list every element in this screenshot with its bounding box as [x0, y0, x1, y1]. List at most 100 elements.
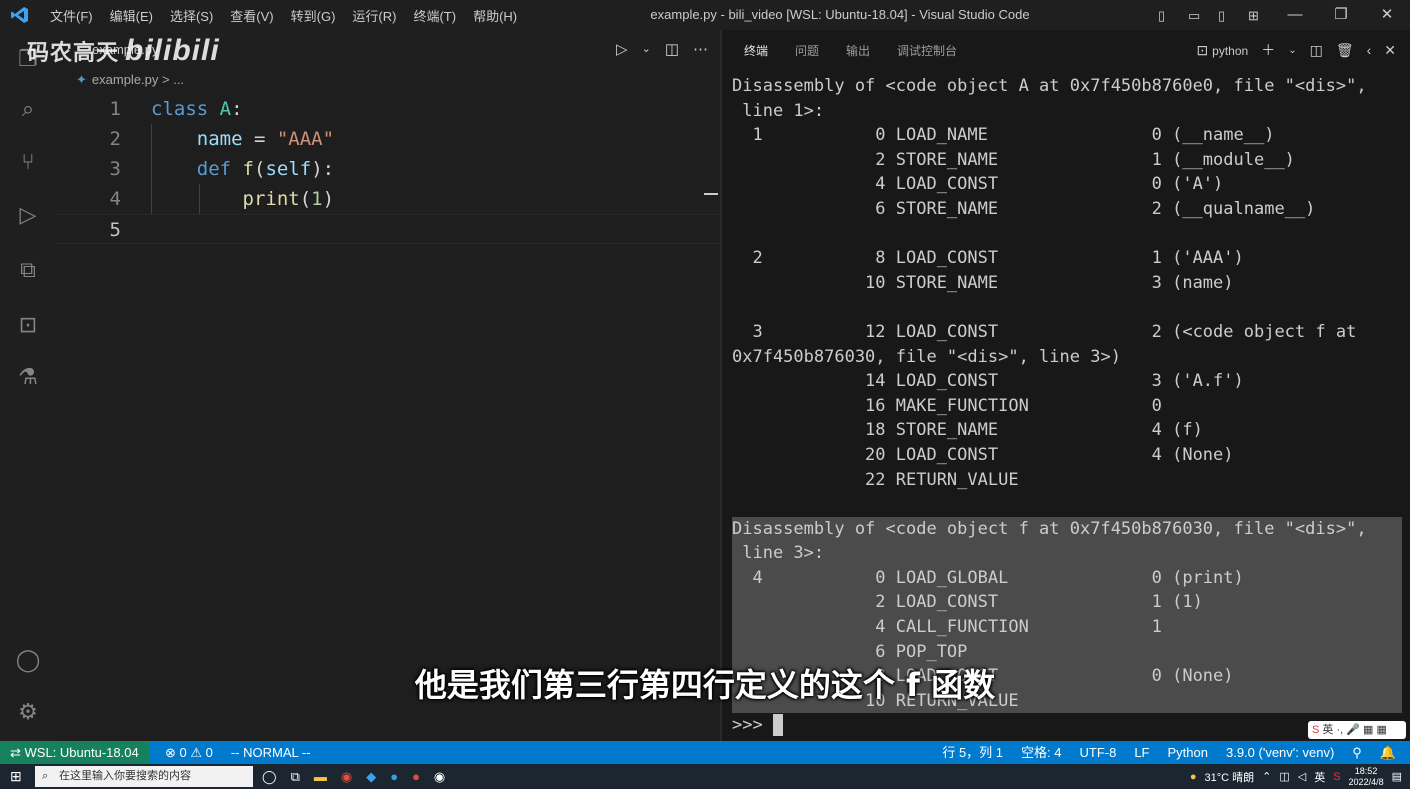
run-dropdown-chevron-icon[interactable]: ⌄: [642, 40, 651, 58]
editor-area: example.py ▷ ⌄ ◫ ⋯ ✦ example.py > ... 1 c…: [54, 30, 720, 741]
remote-indicator[interactable]: ⇄ WSL: Ubuntu-18.04: [0, 741, 149, 764]
search-icon[interactable]: ⌕: [13, 94, 43, 124]
encoding[interactable]: UTF-8: [1079, 741, 1116, 764]
terminal-shell-selector[interactable]: ⊡ python: [1197, 42, 1249, 59]
video-subtitle: 他是我们第三行第四行定义的这个 f 函数: [414, 666, 996, 704]
restore-button[interactable]: ❐: [1318, 0, 1364, 30]
breadcrumb[interactable]: ✦ example.py > ...: [76, 72, 184, 88]
toggle-panel-icon[interactable]: ▭: [1188, 8, 1206, 23]
terminal-icon: ⊡: [1196, 41, 1209, 58]
close-button[interactable]: ✕: [1364, 0, 1410, 30]
status-bar: ⇄ WSL: Ubuntu-18.04 ⊗ 0 ⚠ 0 -- NORMAL --…: [0, 741, 1410, 764]
file-explorer-icon[interactable]: ▬: [314, 769, 327, 784]
line-number: 4: [109, 188, 121, 210]
remote-explorer-icon[interactable]: ⊡: [13, 310, 43, 340]
indentation[interactable]: 空格: 4: [1021, 741, 1061, 764]
customize-layout-icon[interactable]: ⊞: [1248, 8, 1266, 23]
task-view-icon[interactable]: ◯: [262, 769, 277, 785]
windows-start-icon[interactable]: ⊞: [10, 768, 22, 785]
obs-icon[interactable]: ◉: [434, 769, 445, 785]
tab-output[interactable]: 输出: [846, 42, 870, 59]
testing-icon[interactable]: ⚗: [13, 362, 43, 392]
ime-toolbar[interactable]: S 英 ·, 🎤 ▦ ▦: [1308, 721, 1406, 739]
ime-s-icon[interactable]: S: [1333, 771, 1340, 783]
more-actions-icon[interactable]: ⋯: [693, 40, 708, 58]
code-editor[interactable]: 1 class A: 2 name = "AAA" 3 def f(self):…: [54, 94, 720, 244]
vscode-logo-icon: [11, 7, 28, 23]
toggle-sidebar-icon[interactable]: ▯: [1158, 8, 1176, 23]
menu-item[interactable]: 终端(T): [413, 6, 465, 25]
editor-actions: ▷ ⌄ ◫ ⋯: [616, 40, 708, 58]
notification-center-icon[interactable]: ▤: [1392, 770, 1402, 783]
menu-item[interactable]: 运行(R): [352, 6, 405, 25]
title-bar: 文件(F) 编辑(E) 选择(S) 查看(V) 转到(G) 运行(R) 终端(T) 帮助(H)…: [0, 0, 1410, 30]
menu-item[interactable]: 选择(S): [170, 6, 222, 25]
menu-item[interactable]: 文件(F): [50, 6, 102, 25]
terminal-cursor: [772, 714, 783, 737]
terminal-line: 6 STORE_NAME 2 (__qualname__): [732, 198, 1316, 219]
volume-icon[interactable]: ◁: [1298, 770, 1306, 783]
close-panel-icon[interactable]: ✕: [1384, 42, 1396, 59]
panel-actions: ⊡ python ＋ ⌄ ◫ 🗑 ‹ ✕: [1197, 30, 1396, 70]
tab-problems[interactable]: 问题: [795, 42, 819, 59]
line-number: 5: [109, 219, 121, 241]
line-number: 2: [109, 128, 121, 150]
split-terminal-icon[interactable]: ◫: [1310, 42, 1323, 59]
tab-debug-console[interactable]: 调试控制台: [897, 42, 957, 59]
language-mode[interactable]: Python: [1168, 741, 1208, 764]
extensions-icon[interactable]: ⧉: [13, 255, 43, 285]
terminal-line: 4 CALL_FUNCTION 1: [732, 615, 1402, 640]
telegram-icon[interactable]: ●: [390, 769, 398, 784]
run-debug-icon[interactable]: ▷: [13, 200, 43, 230]
terminal-line: 3 12 LOAD_CONST 2 (<code object f at: [732, 321, 1357, 342]
menu-item[interactable]: 帮助(H): [473, 6, 526, 25]
terminal-line: 18 STORE_NAME 4 (f): [732, 420, 1203, 441]
app-icon[interactable]: ●: [412, 769, 420, 784]
menu-item[interactable]: 查看(V): [230, 6, 282, 25]
network-icon[interactable]: ◫: [1279, 770, 1289, 783]
notifications-bell-icon[interactable]: 🔔: [1380, 741, 1396, 764]
cursor-position[interactable]: 行 5，列 1: [942, 741, 1003, 764]
menu-item[interactable]: 编辑(E): [110, 6, 162, 25]
tab-terminal[interactable]: 终端: [744, 42, 768, 59]
tray-chevron-icon[interactable]: ⌃: [1262, 770, 1271, 783]
chrome-icon[interactable]: ◉: [341, 769, 352, 785]
system-tray: ● 31°C 晴朗 ⌃ ◫ ◁ 英 S 18:52 2022/4/8 ▤: [1189, 765, 1402, 788]
problems-indicator[interactable]: ⊗ 0 ⚠ 0: [165, 741, 213, 764]
terminal-panel: 终端 问题 输出 调试控制台 ⊡ python ＋ ⌄ ◫ 🗑 ‹ ✕ Disa…: [722, 30, 1410, 741]
terminal-dropdown-chevron-icon[interactable]: ⌄: [1288, 45, 1296, 56]
toggle-secondary-sidebar-icon[interactable]: ▯: [1218, 8, 1236, 23]
terminal-line: Disassembly of <code object A at 0x7f450…: [732, 76, 1367, 96]
end-of-line[interactable]: LF: [1134, 741, 1149, 764]
new-terminal-icon[interactable]: ＋: [1261, 40, 1275, 60]
windows-taskbar: ⊞ ⌕ 在这里输入你要搜索的内容 ◯ ⧉ ▬ ◉ ◆ ● ● ◉ ● 31°C …: [0, 764, 1410, 789]
task-view-2-icon[interactable]: ⧉: [291, 769, 300, 785]
terminal-prompt[interactable]: >>>: [732, 713, 1402, 738]
minimize-button[interactable]: —: [1272, 0, 1318, 30]
vscode-taskbar-icon[interactable]: ◆: [366, 769, 376, 785]
panel-tabs: 终端 问题 输出 调试控制台: [744, 30, 957, 70]
menu-item[interactable]: 转到(G): [291, 6, 345, 25]
terminal-line: 20 LOAD_CONST 4 (None): [732, 444, 1234, 465]
taskbar-search-box[interactable]: ⌕ 在这里输入你要搜索的内容: [35, 766, 253, 787]
source-control-icon[interactable]: ⑂: [13, 147, 43, 177]
terminal-output[interactable]: Disassembly of <code object A at 0x7f450…: [732, 74, 1402, 738]
terminal-line: 16 MAKE_FUNCTION 0: [732, 395, 1162, 416]
window-controls: ▯ ▭ ▯ ⊞ — ❐ ✕: [1152, 0, 1410, 30]
live-share-icon[interactable]: ⚲: [1352, 741, 1362, 764]
run-python-file-icon[interactable]: ▷: [616, 40, 628, 58]
window-title: example.py - bili_video [WSL: Ubuntu-18.…: [650, 7, 1030, 22]
maximize-panel-icon[interactable]: ‹: [1367, 42, 1372, 58]
clock[interactable]: 18:52 2022/4/8: [1349, 766, 1384, 788]
python-interpreter[interactable]: 3.9.0 ('venv': venv): [1226, 741, 1334, 764]
search-icon: ⌕: [42, 770, 49, 782]
terminal-line: line 3>:: [732, 541, 1402, 566]
terminal-line: 22 RETURN_VALUE: [732, 469, 1019, 490]
kill-terminal-icon[interactable]: 🗑: [1336, 42, 1354, 59]
split-editor-icon[interactable]: ◫: [665, 40, 679, 58]
code-line: 1 class A:: [54, 94, 720, 124]
terminal-line: 14 LOAD_CONST 3 ('A.f'): [732, 371, 1244, 392]
terminal-line: line 1>:: [732, 100, 825, 121]
